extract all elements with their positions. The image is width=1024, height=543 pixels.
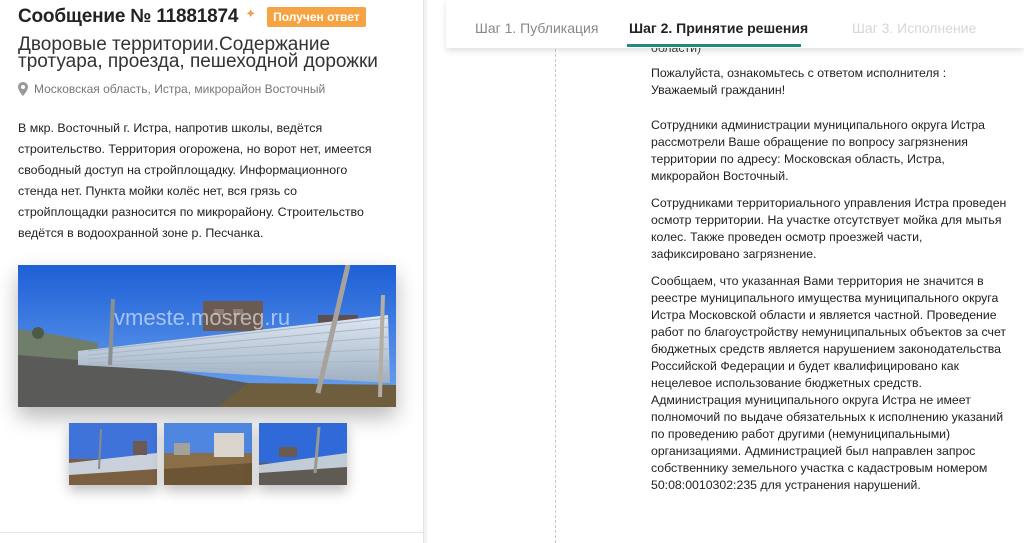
page: Сообщение № 11881874 ✦ Получен ответ Дво… <box>0 0 1024 543</box>
thumbnail-2-image <box>164 423 252 485</box>
main-photo[interactable]: vmeste.mosreg.ru <box>18 265 396 407</box>
photo-thumbnail-3[interactable] <box>259 423 347 485</box>
location-text: Московская область, Истра, микрорайон Во… <box>34 82 326 96</box>
tab-step-3: Шаг 3. Исполнение <box>852 20 977 36</box>
message-header: Сообщение № 11881874 ✦ Получен ответ <box>18 6 366 28</box>
message-description: В мкр. Восточный г. Истра, напротив школ… <box>18 121 372 240</box>
main-photo-image <box>18 265 396 407</box>
photo-thumbnail-2[interactable] <box>164 423 252 485</box>
message-title: Сообщение № 11881874 <box>18 6 239 27</box>
thumbnail-1-image <box>69 423 157 485</box>
timeline-line <box>555 44 556 543</box>
tab-step-2[interactable]: Шаг 2. Принятие решения <box>629 20 808 36</box>
message-category: Дворовые территории.Содержание тротуара,… <box>18 34 378 72</box>
answer-paragraph: Сотрудниками территориального управления… <box>651 196 1007 261</box>
location-icon <box>18 82 28 96</box>
status-badge: Получен ответ <box>267 7 366 27</box>
thumbnail-3-image <box>259 423 347 485</box>
watermark: vmeste.mosreg.ru <box>114 305 291 330</box>
message-location: Московская область, Истра, микрорайон Во… <box>18 82 325 96</box>
steps-tabs: Шаг 1. Публикация Шаг 2. Принятие решени… <box>446 0 1024 48</box>
answer-intro: Пожалуйста, ознакомьтесь с ответом испол… <box>651 66 947 80</box>
answer-paragraph: Сообщаем, что указанная Вами территория … <box>651 274 1007 492</box>
executor-answer: области) Пожалуйста, ознакомьтесь с отве… <box>651 40 1011 504</box>
pin-icon: ✦ <box>245 6 257 21</box>
message-panel: Сообщение № 11881874 ✦ Получен ответ Дво… <box>0 0 424 543</box>
tab-step-1[interactable]: Шаг 1. Публикация <box>475 20 598 36</box>
answer-paragraph: Сотрудники администрации муниципального … <box>651 118 986 183</box>
answer-greeting: Уважаемый гражданин! <box>651 83 786 97</box>
photo-thumbnail-1[interactable] <box>69 423 157 485</box>
divider <box>0 532 424 533</box>
active-tab-indicator <box>627 44 801 47</box>
